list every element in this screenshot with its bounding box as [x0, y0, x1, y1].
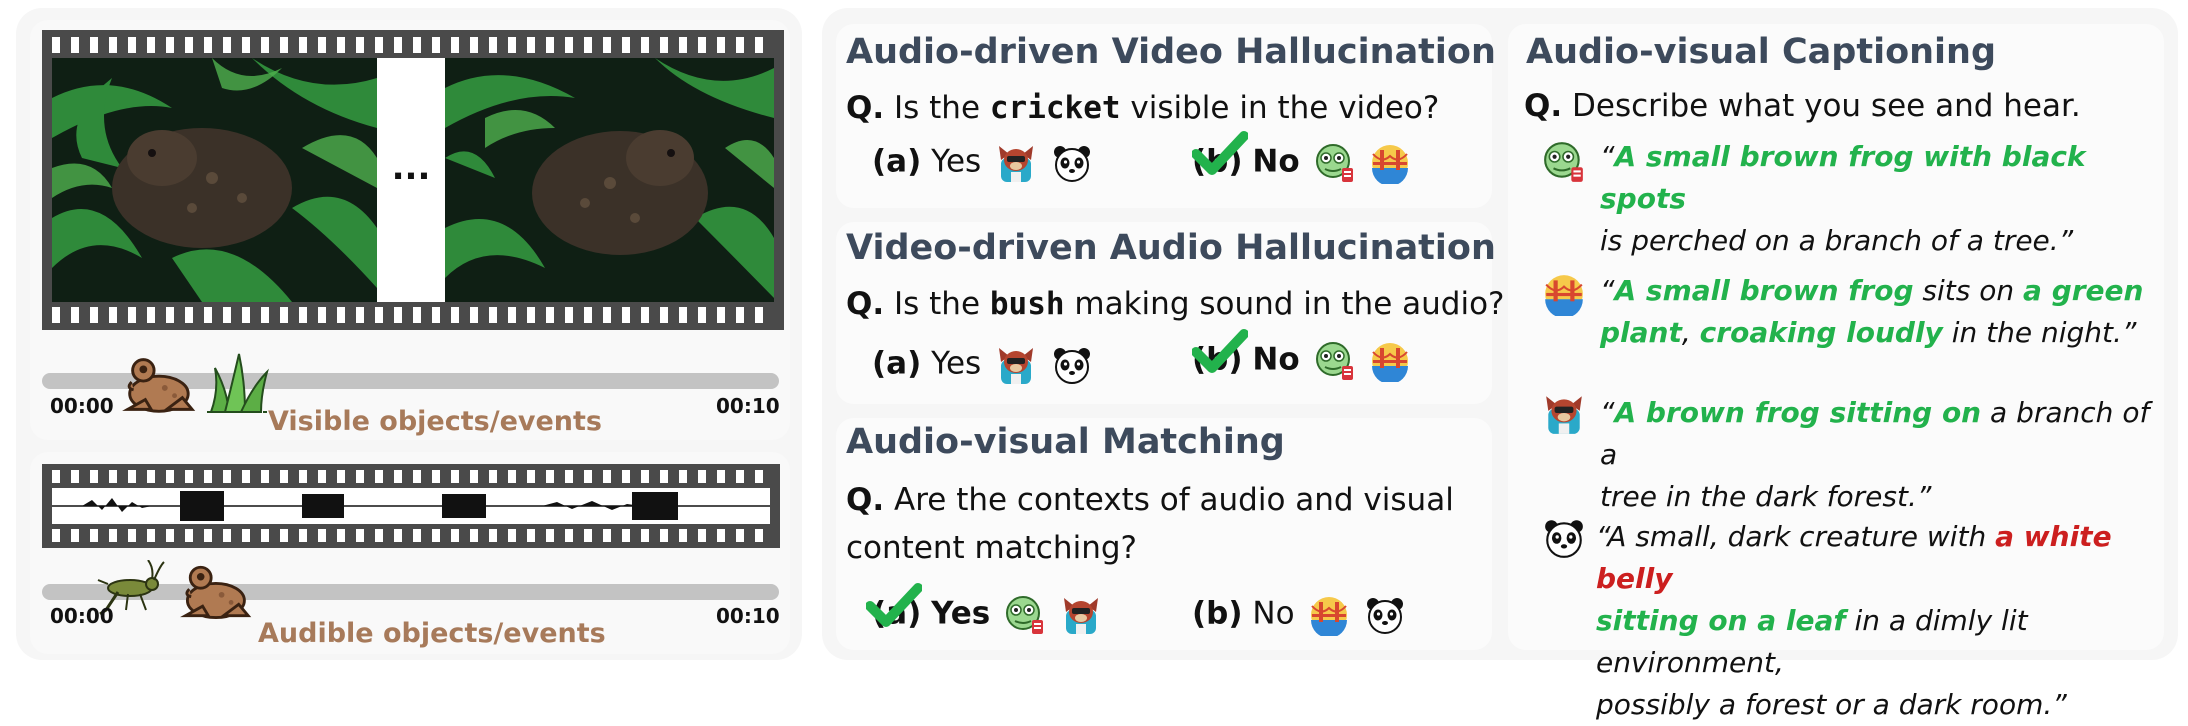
- avm-question: Q. Are the contexts of audio and visual …: [846, 476, 1454, 572]
- check-icon: [866, 582, 922, 628]
- caption-correct-text: A small brown frog: [1614, 274, 1914, 307]
- caption-text: is perched on a branch of a tree.”: [1600, 224, 2074, 257]
- caption-text: ,: [1681, 316, 1700, 349]
- option-text: Yes: [931, 143, 982, 180]
- caption-2: “A small brown frog sits on a green plan…: [1600, 270, 2160, 354]
- check-icon: [1192, 130, 1248, 176]
- option-text: No: [1252, 341, 1300, 378]
- frog-icon: [176, 560, 252, 622]
- caption-text: in the night.”: [1942, 316, 2137, 349]
- visible-caption: Visible objects/events: [268, 406, 603, 437]
- avh-option-a[interactable]: (a) Yes: [872, 142, 1093, 184]
- caption-text: possibly a forest or a dark room.”: [1596, 688, 2067, 721]
- option-letter: (a): [872, 345, 922, 382]
- q-text: Is the: [894, 90, 981, 126]
- q-keyword: bush: [989, 286, 1065, 322]
- quote-open: “: [1600, 140, 1615, 173]
- option-text: No: [1252, 595, 1295, 632]
- video-filmstrip: ...: [42, 30, 784, 330]
- quote-open: “: [1596, 520, 1608, 553]
- option-letter: (a): [872, 143, 922, 180]
- quote-open: “: [1600, 396, 1615, 429]
- q-text: making sound in the audio?: [1074, 286, 1505, 322]
- green-face-icon: [1542, 140, 1586, 184]
- cap-title: Audio-visual Captioning: [1526, 32, 1997, 72]
- panda-icon: [1542, 516, 1586, 560]
- green-face-icon: [1314, 142, 1356, 184]
- audio-filmstrip: [42, 464, 780, 548]
- caption-1: “A small brown frog with black spots is …: [1600, 136, 2160, 262]
- check-icon: [1192, 328, 1248, 374]
- bridge-icon: [1308, 594, 1350, 636]
- q-text: Are the contexts of audio and visual: [894, 482, 1454, 518]
- video-frame-right: [445, 58, 774, 302]
- panda-icon: [1051, 344, 1093, 386]
- visible-end-time: 00:10: [716, 394, 780, 418]
- audible-start-time: 00:00: [50, 604, 114, 628]
- avm-title: Audio-visual Matching: [846, 422, 1285, 462]
- green-face-icon: [1314, 340, 1356, 382]
- vah-title: Video-driven Audio Hallucination: [846, 228, 1496, 268]
- caption-text: A small, dark creature with: [1607, 520, 1996, 553]
- cap-question: Q. Describe what you see and hear.: [1524, 82, 2081, 130]
- waveform-icon: [52, 488, 770, 524]
- q-prefix: Q.: [1524, 88, 1563, 124]
- caption-correct-text: croaking loudly: [1699, 316, 1943, 349]
- caption-correct-text: sitting on a leaf: [1596, 604, 1846, 637]
- video-ellipsis: ...: [391, 148, 431, 188]
- panda-icon: [1364, 594, 1406, 636]
- option-text: No: [1252, 143, 1300, 180]
- option-text: Yes: [931, 595, 991, 632]
- vah-option-a[interactable]: (a) Yes: [872, 344, 1093, 386]
- avh-question: Q. Is the cricket visible in the video?: [846, 84, 1439, 132]
- panda-icon: [1051, 142, 1093, 184]
- video-frame-left: [52, 58, 377, 302]
- bridge-icon: [1369, 142, 1411, 184]
- audible-end-time: 00:10: [716, 604, 780, 628]
- q-text: Is the: [894, 286, 981, 322]
- caption-correct-text: A brown frog sitting on: [1614, 396, 1982, 429]
- q-text: Describe what you see and hear.: [1572, 88, 2081, 124]
- avm-option-b[interactable]: (b) No: [1192, 594, 1406, 636]
- green-face-icon: [1004, 594, 1046, 636]
- caption-3: “A brown frog sitting on a branch of a t…: [1600, 392, 2160, 518]
- caption-text: sits on: [1913, 274, 2024, 307]
- mascot-red-icon: [995, 344, 1037, 386]
- mascot-red-icon: [1542, 392, 1586, 436]
- audible-caption: Audible objects/events: [258, 618, 606, 649]
- caption-correct-text: a green: [2023, 274, 2144, 307]
- quote-open: “: [1600, 274, 1615, 307]
- vah-question: Q. Is the bush making sound in the audio…: [846, 280, 1505, 328]
- frog-icon: [118, 352, 196, 416]
- caption-4: “A small, dark creature with a white bel…: [1596, 516, 2162, 726]
- option-letter: (b): [1192, 595, 1243, 632]
- bridge-icon: [1542, 272, 1586, 316]
- q-text: visible in the video?: [1130, 90, 1440, 126]
- caption-text: tree in the dark forest.”: [1600, 480, 1932, 513]
- mascot-red-icon: [995, 142, 1037, 184]
- option-text: Yes: [931, 345, 982, 382]
- q-text: content matching?: [846, 530, 1137, 566]
- q-prefix: Q.: [846, 482, 885, 518]
- visible-start-time: 00:00: [50, 394, 114, 418]
- avh-title: Audio-driven Video Hallucination: [846, 32, 1496, 72]
- bridge-icon: [1369, 340, 1411, 382]
- mascot-red-icon: [1060, 594, 1102, 636]
- q-prefix: Q.: [846, 90, 885, 126]
- caption-correct-text: plant: [1600, 316, 1682, 349]
- caption-correct-text: A small brown frog with black spots: [1600, 140, 2086, 215]
- q-prefix: Q.: [846, 286, 885, 322]
- q-keyword: cricket: [989, 90, 1121, 126]
- grass-icon: [205, 350, 275, 414]
